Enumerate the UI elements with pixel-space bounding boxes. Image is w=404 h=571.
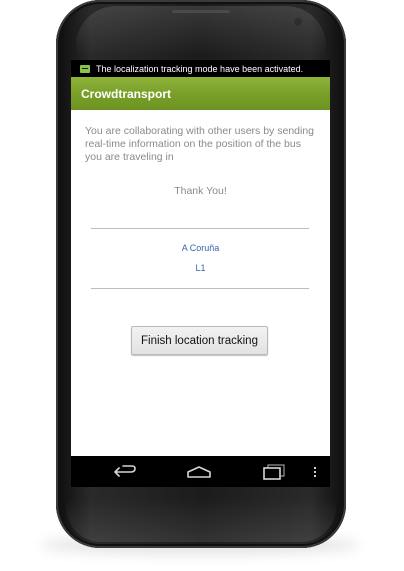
notification-icon xyxy=(80,64,90,73)
divider-top xyxy=(91,228,309,229)
screen: The localization tracking mode have been… xyxy=(71,60,330,487)
back-icon[interactable] xyxy=(109,462,141,482)
divider-bottom xyxy=(91,288,309,289)
front-camera xyxy=(294,18,302,26)
speaker-grille xyxy=(172,10,230,13)
status-bar: The localization tracking mode have been… xyxy=(71,60,330,77)
finish-location-tracking-button[interactable]: Finish location tracking xyxy=(131,326,268,355)
phone-bottom-bezel xyxy=(66,498,336,542)
city-label: A Coruña xyxy=(181,243,220,253)
collaboration-message: You are collaborating with other users b… xyxy=(85,125,315,163)
phone-top-bezel xyxy=(76,6,326,56)
thank-you-text: Thank You! xyxy=(174,185,227,197)
home-icon[interactable] xyxy=(183,462,215,482)
navigation-bar xyxy=(71,456,330,487)
action-bar: Crowdtransport xyxy=(71,77,330,110)
menu-icon[interactable] xyxy=(309,462,321,482)
recent-apps-icon[interactable] xyxy=(258,462,290,482)
main-content: You are collaborating with other users b… xyxy=(71,110,330,456)
bus-line-label: L1 xyxy=(195,263,206,273)
app-title: Crowdtransport xyxy=(81,86,171,101)
status-notification-text: The localization tracking mode have been… xyxy=(96,63,304,74)
page: The localization tracking mode have been… xyxy=(0,0,404,571)
